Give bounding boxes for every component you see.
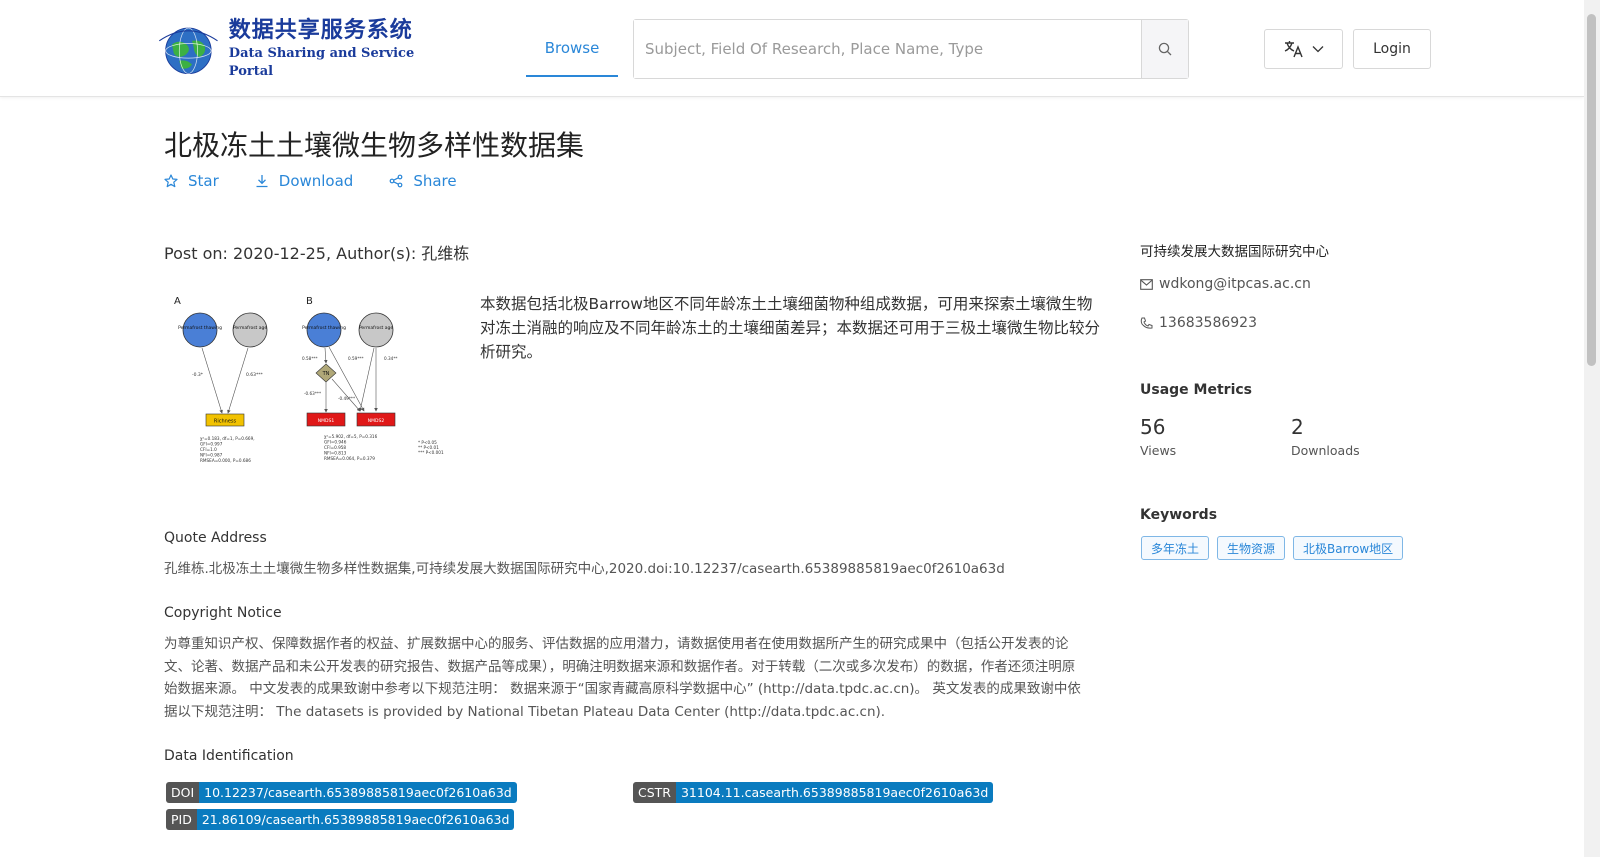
search-icon [1158, 42, 1172, 56]
stats-b-line: NFI=0.813 [324, 451, 347, 456]
dataset-figure: A Permafrost thawing Permafrost age -0.3… [174, 296, 444, 463]
portal-logo[interactable]: 数据共享服务系统 Data Sharing and Service Portal [152, 18, 442, 79]
stats-b-line: GFI=0.946 [324, 440, 347, 445]
coef-b3: 0.34** [384, 356, 398, 361]
node-b-age: Permafrost age [359, 325, 393, 331]
phone-text: 13683586923 [1159, 315, 1257, 331]
stats-a-line: RMSEA=0.000, P=0.686 [200, 458, 251, 463]
coef-a2: 0.63*** [246, 372, 264, 378]
contact-email[interactable]: wdkong@itpcas.ac.cn [1140, 276, 1311, 292]
keyword-tag[interactable]: 生物资源 [1217, 536, 1286, 560]
node-b-nmds1: NMDS1 [318, 418, 335, 424]
nav-browse-tab[interactable]: Browse [526, 20, 618, 77]
copyright-heading: Copyright Notice [164, 605, 282, 621]
dataset-actions: Star Download Share [164, 172, 493, 190]
email-text: wdkong@itpcas.ac.cn [1159, 276, 1311, 292]
node-b-nmds2: NMDS2 [368, 418, 385, 424]
cstr-key: CSTR [633, 782, 676, 803]
logo-english-title: Data Sharing and Service Portal [228, 46, 415, 79]
significance-legend: * P<0.05** P<0.01*** P<0.001 [418, 440, 444, 455]
keyword-tag[interactable]: 多年冻土 [1141, 536, 1210, 560]
pid-value: 21.86109/casearth.65389885819aec0f2610a6… [196, 809, 515, 830]
search-button[interactable] [1141, 20, 1188, 78]
figure-panel-b-label: B [306, 296, 313, 307]
cstr-value: 31104.11.casearth.65389885819aec0f2610a6… [675, 782, 994, 803]
post-date-author: Post on: 2020-12-25, Author(s): 孔维栋 [164, 244, 470, 263]
keywords-heading: Keywords [1140, 507, 1218, 523]
stats-a-line: χ²=0.183, df=1, P=0.669, [200, 436, 255, 441]
scrollbar-thumb[interactable] [1587, 14, 1596, 366]
stats-a-line: CFI=1.0 [200, 447, 217, 452]
stats-b-line: CFI=0.958 [324, 445, 346, 450]
page-scrollbar[interactable] [1584, 0, 1600, 857]
stats-a: χ²=0.183, df=1, P=0.669,GFI=0.997CFI=1.0… [200, 436, 255, 463]
coef-a1: -0.3* [192, 372, 204, 378]
translate-icon [1284, 41, 1303, 58]
copyright-text: 为尊重知识产权、保障数据作者的权益、扩展数据中心的服务、评估数据的应用潜力，请数… [164, 636, 1081, 720]
star-label: Star [188, 172, 219, 190]
search-box [633, 19, 1189, 79]
search-input[interactable] [634, 20, 1141, 78]
stats-b-line: RMSEA=0.064, P=0.379 [324, 456, 375, 461]
coef-b2: 0.59*** [348, 356, 364, 361]
login-button[interactable]: Login [1353, 29, 1431, 69]
node-a-age: Permafrost age [233, 325, 267, 331]
doi-key: DOI [166, 782, 200, 803]
pid-key: PID [166, 809, 197, 830]
top-header: 数据共享服务系统 Data Sharing and Service Portal… [0, 0, 1584, 97]
node-a-thawing: Permafrost thawing [178, 325, 222, 331]
identification-heading: Data Identification [164, 748, 294, 764]
node-a-richness: Richness [214, 419, 237, 425]
share-label: Share [413, 172, 457, 190]
keyword-tag[interactable]: 北极Barrow地区 [1293, 536, 1404, 560]
coef-b4: -0.63*** [304, 391, 321, 396]
stats-b: χ²=5.902, df=5, P=0.316GFI=0.946CFI=0.95… [324, 434, 378, 461]
usage-metrics-heading: Usage Metrics [1140, 382, 1252, 398]
phone-icon [1140, 317, 1153, 329]
share-icon [389, 174, 403, 188]
chevron-down-icon [1312, 46, 1323, 53]
dataset-title: 北极冻土土壤微生物多样性数据集 [164, 129, 585, 162]
stats-b-line: χ²=5.902, df=5, P=0.316 [324, 434, 378, 439]
share-button[interactable]: Share [389, 172, 457, 190]
downloads-label: Downloads [1291, 443, 1360, 458]
globe-logo-icon [158, 27, 218, 75]
logo-chinese-title: 数据共享服务系统 [228, 18, 413, 43]
coef-b5: -0.49*** [338, 396, 355, 401]
download-button[interactable]: Download [255, 172, 354, 190]
cstr-badge[interactable]: CSTR 31104.11.casearth.65389885819aec0f2… [633, 782, 994, 803]
node-b-thawing: Permafrost thawing [302, 325, 346, 331]
star-icon [164, 174, 178, 188]
stats-a-line: GFI=0.997 [200, 442, 223, 447]
contact-phone: 13683586923 [1140, 315, 1257, 331]
dataset-description: 本数据包括北极Barrow地区不同年龄冻土土壤细菌物种组成数据，可用来探索土壤微… [480, 295, 1101, 361]
node-b-tn: TN [322, 371, 330, 377]
views-count: 56 [1140, 415, 1166, 439]
stats-a-line: NFI=0.987 [200, 453, 223, 458]
download-icon [256, 175, 268, 188]
figure-panel-a-label: A [174, 296, 181, 307]
language-switcher[interactable] [1264, 29, 1343, 69]
mail-icon [1140, 278, 1153, 290]
views-label: Views [1140, 443, 1177, 458]
star-button[interactable]: Star [164, 172, 219, 190]
coef-b1: 0.58*** [302, 356, 318, 361]
doi-badge[interactable]: DOI 10.12237/casearth.65389885819aec0f26… [166, 782, 517, 803]
quote-heading: Quote Address [164, 530, 267, 546]
downloads-count: 2 [1291, 415, 1304, 439]
significance-line: *** P<0.001 [418, 450, 444, 455]
quote-text: 孔维栋.北极冻土土壤微生物多样性数据集,可持续发展大数据国际研究中心,2020.… [164, 561, 1005, 577]
download-label: Download [278, 172, 354, 190]
doi-value: 10.12237/casearth.65389885819aec0f2610a6… [199, 782, 517, 803]
organization-name: 可持续发展大数据国际研究中心 [1140, 244, 1329, 260]
pid-badge[interactable]: PID 21.86109/casearth.65389885819aec0f26… [166, 809, 515, 830]
